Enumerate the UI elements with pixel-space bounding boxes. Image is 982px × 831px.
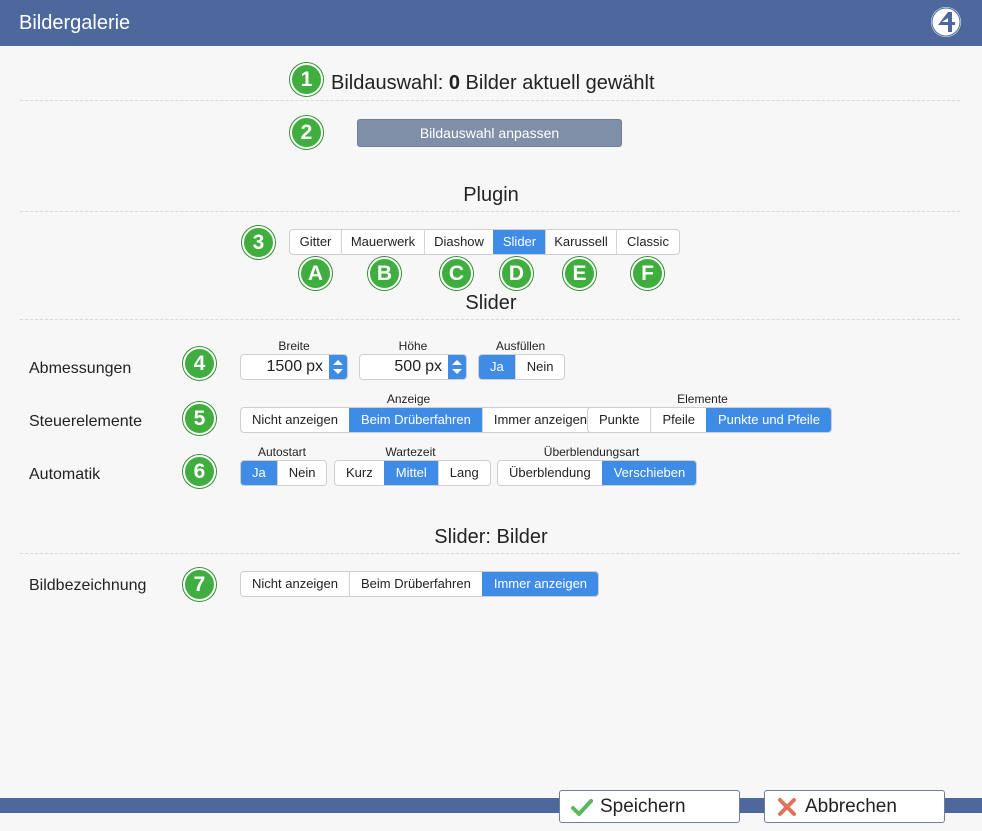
cancel-label: Abbrechen [805, 795, 897, 817]
fill-label: Ausfüllen [495, 339, 546, 353]
step-badge-5: 5 [183, 402, 216, 435]
step-badge-2: 2 [290, 116, 323, 149]
divider [20, 553, 960, 554]
autostart-label: Autostart [257, 445, 307, 459]
controls-label: Steuerelemente [29, 413, 142, 430]
autostart-option-no[interactable]: Nein [276, 461, 327, 485]
checkmark-icon [571, 798, 593, 816]
plugin-option-gitter[interactable]: Gitter [290, 230, 341, 254]
width-value: 1500 [266, 358, 303, 375]
option-badge-c: C [440, 257, 473, 290]
fill-option-yes[interactable]: Ja [479, 355, 515, 379]
caption-display-selector: Nicht anzeigen Beim Drüberfahren Immer a… [240, 571, 600, 597]
option-badge-b: B [368, 257, 401, 290]
width-input[interactable]: 1500 px [240, 354, 348, 380]
fill-toggle: Ja Nein [478, 354, 566, 380]
four-logo-icon [931, 7, 961, 37]
caption-option-hide[interactable]: Nicht anzeigen [241, 572, 349, 596]
save-button[interactable]: Speichern [559, 790, 740, 823]
height-label: Höhe [398, 339, 428, 353]
step-badge-4: 4 [183, 347, 216, 380]
height-spinner[interactable] [448, 355, 466, 379]
plugin-heading: Plugin [463, 184, 519, 206]
transition-label: Überblendungsart [543, 445, 640, 459]
plugin-selector: Gitter Mauerwerk Diashow Slider Karussel… [289, 229, 680, 255]
plugin-option-diashow[interactable]: Diashow [424, 230, 493, 254]
title-bar: Bildergalerie [0, 0, 982, 46]
selection-status: Bildauswahl: 0 Bilder aktuell gewählt [331, 72, 655, 95]
autostart-toggle: Ja Nein [240, 460, 328, 486]
chevron-down-icon[interactable] [452, 369, 462, 374]
wait-option-long[interactable]: Lang [437, 461, 490, 485]
selection-label-prefix: Bildauswahl: [331, 72, 444, 94]
step-badge-1: 1 [290, 63, 323, 96]
wait-selector: Kurz Mittel Lang [334, 460, 491, 486]
cancel-button[interactable]: Abbrechen [764, 790, 945, 823]
images-heading: Slider: Bilder [434, 526, 548, 548]
display-label: Anzeige [386, 392, 431, 406]
step-badge-3: 3 [242, 226, 275, 259]
display-option-hide[interactable]: Nicht anzeigen [241, 408, 349, 432]
selection-count: 0 [448, 72, 460, 94]
controls-display-selector: Nicht anzeigen Beim Drüberfahren Immer a… [240, 407, 600, 433]
height-value: 500 [394, 358, 422, 375]
automatic-label: Automatik [29, 466, 101, 483]
caption-option-hover[interactable]: Beim Drüberfahren [349, 572, 482, 596]
transition-option-fade[interactable]: Überblendung [498, 461, 602, 485]
wait-option-short[interactable]: Kurz [335, 461, 384, 485]
width-unit: px [306, 358, 323, 375]
plugin-option-slider[interactable]: Slider [493, 230, 545, 254]
elements-option-both[interactable]: Punkte und Pfeile [706, 408, 831, 432]
cross-icon [778, 797, 796, 816]
autostart-option-yes[interactable]: Ja [241, 461, 277, 485]
wait-label: Wartezeit [385, 445, 436, 459]
option-badge-a: A [299, 257, 332, 290]
plugin-option-karussell[interactable]: Karussell [545, 230, 616, 254]
step-badge-6: 6 [183, 455, 216, 488]
step-badge-7: 7 [183, 568, 216, 601]
window-title: Bildergalerie [19, 12, 131, 34]
plugin-option-mauerwerk[interactable]: Mauerwerk [341, 230, 424, 254]
chevron-up-icon[interactable] [333, 360, 343, 365]
adjust-selection-button[interactable]: Bildauswahl anpassen [357, 119, 622, 147]
elements-option-dots[interactable]: Punkte [588, 408, 650, 432]
elements-option-arrows[interactable]: Pfeile [650, 408, 706, 432]
chevron-up-icon[interactable] [452, 360, 462, 365]
option-badge-f: F [631, 257, 664, 290]
height-unit: px [425, 358, 442, 375]
divider [20, 211, 960, 212]
display-option-always[interactable]: Immer anzeigen [481, 408, 598, 432]
transition-option-slide[interactable]: Verschieben [601, 461, 697, 485]
dimensions-label: Abmessungen [29, 360, 132, 377]
option-badge-e: E [563, 257, 596, 290]
height-input[interactable]: 500 px [359, 354, 467, 380]
controls-elements-selector: Punkte Pfeile Punkte und Pfeile [587, 407, 832, 433]
wait-option-medium[interactable]: Mittel [383, 461, 438, 485]
gallery-dialog: Bildergalerie 1 Bildauswahl: 0 Bilder ak… [0, 0, 982, 831]
save-label: Speichern [600, 795, 686, 817]
display-option-hover[interactable]: Beim Drüberfahren [349, 408, 482, 432]
caption-option-always[interactable]: Immer anzeigen [481, 572, 599, 596]
option-badge-d: D [500, 257, 533, 290]
divider [20, 319, 960, 320]
divider [20, 100, 960, 101]
elements-label: Elemente [677, 392, 728, 406]
width-spinner[interactable] [329, 355, 347, 379]
caption-label: Bildbezeichnung [29, 577, 147, 594]
slider-heading: Slider [465, 292, 517, 314]
transition-selector: Überblendung Verschieben [497, 460, 698, 486]
fill-option-no[interactable]: Nein [514, 355, 565, 379]
width-label: Breite [278, 339, 310, 353]
chevron-down-icon[interactable] [333, 369, 343, 374]
plugin-option-classic[interactable]: Classic [616, 230, 679, 254]
selection-label-suffix: Bilder aktuell gewählt [465, 72, 655, 94]
